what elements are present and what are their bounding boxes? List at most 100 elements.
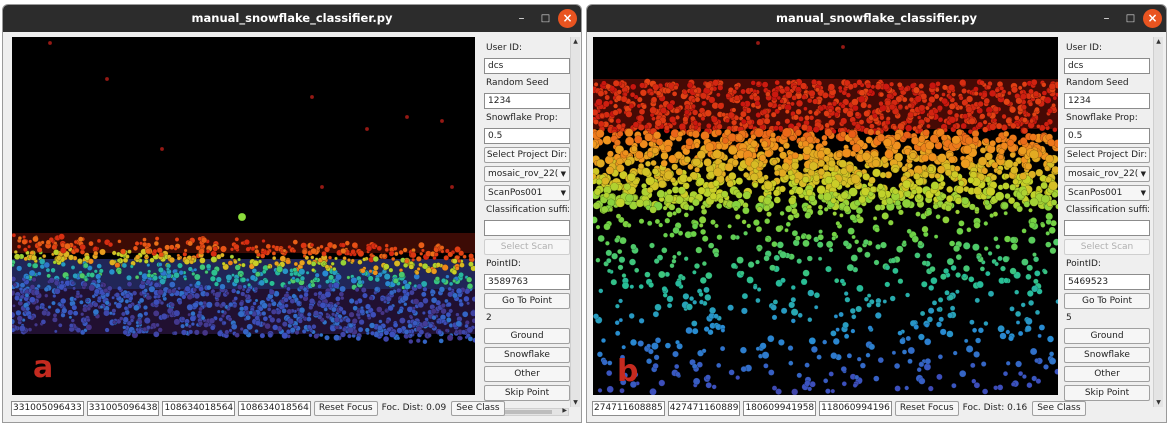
point-marker [657,179,667,189]
point-marker [597,120,605,128]
coord-field-1[interactable]: 274711608885 [592,400,665,416]
see-class-button[interactable]: See Class [1032,400,1086,416]
point-marker [319,332,324,338]
random-seed-input[interactable]: 1234 [484,93,570,109]
project-select[interactable]: mosaic_rov_22( ▼ [1064,166,1150,182]
coord-field-4[interactable]: 108634018564 [238,400,311,416]
point-marker [292,239,298,245]
point-marker [955,254,962,261]
other-button[interactable]: Other [1064,366,1150,382]
point-marker [85,323,93,331]
scroll-down-icon[interactable]: ▼ [1154,399,1163,406]
scroll-right-icon[interactable]: ▶ [562,407,567,414]
point-marker [1024,162,1033,171]
scroll-up-icon[interactable]: ▲ [1154,38,1163,45]
panel-vertical-scrollbar[interactable]: ▲ ▼ [570,37,580,407]
ground-button[interactable]: Ground [1064,328,1150,344]
point-marker [63,287,68,292]
user-id-input[interactable]: dcs [1064,58,1150,74]
point-id-input[interactable]: 3589763 [484,274,570,290]
close-icon[interactable]: × [1143,9,1162,28]
point-marker [649,388,657,395]
point-cloud-canvas[interactable] [12,37,475,395]
point-cloud-viewer[interactable]: b [593,37,1058,395]
point-marker [98,268,104,274]
point-marker [1002,371,1009,377]
maximize-icon[interactable]: □ [1121,9,1140,28]
point-cloud-viewer[interactable]: a [12,37,475,395]
point-marker [676,250,682,256]
coord-field-2[interactable]: 331005096438 [86,400,160,416]
go-to-point-button[interactable]: Go To Point [484,293,570,309]
coord-field-3[interactable]: 108634018564 [162,400,236,416]
scanpos-select[interactable]: ScanPos001 ▼ [484,185,570,201]
point-marker [388,267,394,273]
point-marker [302,249,308,255]
other-button[interactable]: Other [484,366,570,382]
point-marker [685,138,694,146]
point-marker [860,101,868,109]
scanpos-select-value: ScanPos001 [488,188,543,198]
coord-field-3[interactable]: 180609941958 [743,400,817,416]
ground-button[interactable]: Ground [484,328,570,344]
select-project-dir-button[interactable]: Select Project Dir: [1064,147,1150,163]
select-scan-button[interactable]: Select Scan [1064,239,1150,255]
point-marker [239,306,245,312]
maximize-icon[interactable]: □ [536,9,555,28]
point-id-input[interactable]: 5469523 [1064,274,1150,290]
minimize-icon[interactable]: – [1097,9,1116,28]
coord-field-2[interactable]: 427471160889 [667,400,741,416]
point-marker [703,158,712,167]
point-marker [892,124,898,130]
point-cloud-canvas[interactable] [593,37,1058,395]
minimize-icon[interactable]: – [512,9,531,28]
point-marker [771,314,778,321]
classification-suffix-input[interactable] [1064,220,1150,236]
point-marker [210,269,218,277]
point-marker [946,185,954,193]
select-scan-button[interactable]: Select Scan [484,239,570,255]
coord-field-1[interactable]: 331005096433 [11,400,84,416]
skip-point-button[interactable]: Skip Point [484,385,570,401]
select-project-dir-button[interactable]: Select Project Dir: [484,147,570,163]
point-marker [960,122,967,130]
point-marker [88,284,96,292]
point-marker [341,327,347,332]
point-marker [677,186,686,195]
point-marker [731,159,739,167]
close-icon[interactable]: × [558,9,577,28]
point-marker [99,248,106,256]
classification-suffix-input[interactable] [484,220,570,236]
skip-point-button[interactable]: Skip Point [1064,385,1150,401]
point-marker [849,214,857,221]
snowflake-prop-input[interactable]: 0.5 [484,128,570,144]
point-marker [104,327,110,333]
point-marker [728,369,735,376]
point-marker [779,98,784,104]
point-marker [1003,210,1008,216]
panel-vertical-scrollbar[interactable]: ▲ ▼ [1153,37,1163,407]
point-marker [392,322,399,328]
classified-count: 5 [1066,313,1072,323]
snowflake-prop-input[interactable]: 0.5 [1064,128,1150,144]
user-id-input[interactable]: dcs [484,58,570,74]
reset-focus-button[interactable]: Reset Focus [894,400,959,416]
point-marker [859,362,866,369]
point-marker [614,237,620,243]
project-select[interactable]: mosaic_rov_22( ▼ [484,166,570,182]
point-marker [756,118,764,127]
random-seed-input[interactable]: 1234 [1064,93,1150,109]
scanpos-select[interactable]: ScanPos001 ▼ [1064,185,1150,201]
point-marker [176,256,181,261]
scroll-up-icon[interactable]: ▲ [571,38,580,45]
go-to-point-button[interactable]: Go To Point [1064,293,1150,309]
reset-focus-button[interactable]: Reset Focus [313,400,378,416]
coord-field-4[interactable]: 118060994196 [819,400,892,416]
snowflake-button[interactable]: Snowflake [484,347,570,363]
see-class-button[interactable]: See Class [451,400,505,416]
snowflake-button[interactable]: Snowflake [1064,347,1150,363]
point-marker [669,263,675,269]
point-marker [75,291,81,296]
point-marker [961,196,970,205]
scroll-down-icon[interactable]: ▼ [571,399,580,406]
